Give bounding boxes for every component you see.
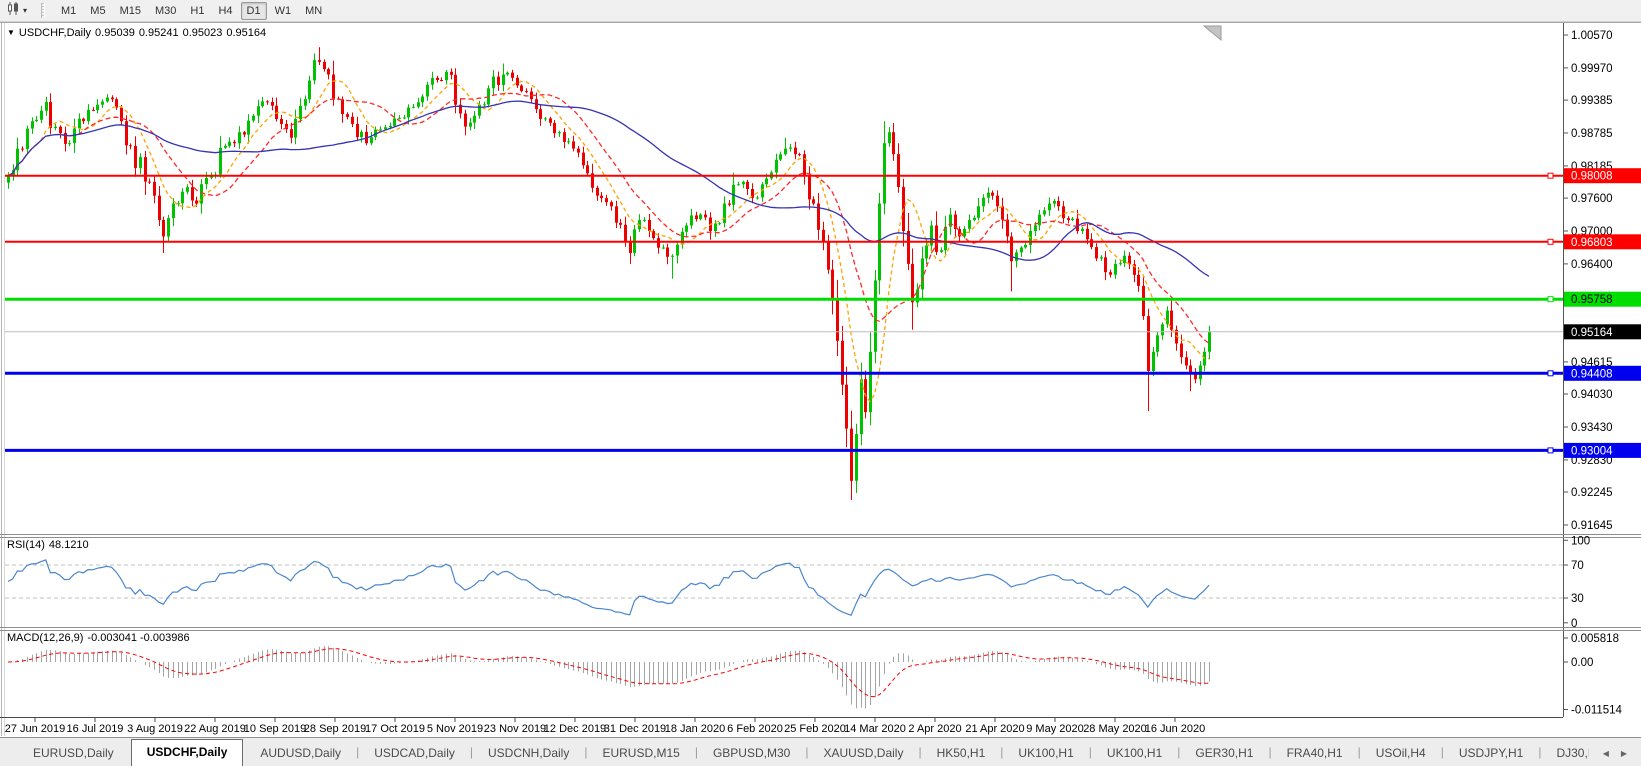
chart-tab-usoil-h4[interactable]: USOil,H4 (1361, 743, 1441, 766)
svg-text:2 Apr 2020: 2 Apr 2020 (908, 723, 961, 735)
svg-text:70: 70 (1571, 560, 1584, 572)
tf-button-mn[interactable]: MN (299, 2, 328, 20)
svg-text:28 May 2020: 28 May 2020 (1083, 723, 1147, 735)
svg-text:28 Sep 2019: 28 Sep 2019 (304, 723, 366, 735)
timeframe-toolbar: M1 M5 M15 M30 H1 H4 D1 W1 MN (55, 1, 330, 20)
collapse-chart-icon[interactable]: ▼ (7, 28, 15, 37)
chart-tab-usdcnh-daily[interactable]: USDCNH,Daily (473, 743, 584, 766)
rsi-value: 48.1210 (48, 539, 89, 551)
macd-value: -0.003041 -0.003986 (87, 632, 190, 644)
svg-text:16 Jul 2019: 16 Jul 2019 (67, 723, 124, 735)
chart-window: 1.00570 0.99970 0.99385 0.98785 0.98185 0.976… (0, 22, 1641, 737)
svg-text:0.99385: 0.99385 (1571, 95, 1613, 107)
macd-indicator-label: MACD(12,26,9) -0.003041 -0.003986 (7, 632, 194, 644)
svg-text:0.98785: 0.98785 (1571, 128, 1613, 140)
svg-text:1.00570: 1.00570 (1571, 30, 1613, 42)
svg-text:0: 0 (1571, 618, 1577, 630)
price-low: 0.95023 (182, 27, 223, 39)
tf-button-h4[interactable]: H4 (212, 2, 238, 20)
svg-text:22 Aug 2019: 22 Aug 2019 (184, 723, 246, 735)
svg-text:0.97600: 0.97600 (1571, 193, 1613, 205)
chart-tabs: EURUSD,Daily USDCHF,Daily AUDUSD,Daily | USD… (0, 738, 1589, 766)
svg-text:0.95164: 0.95164 (1571, 327, 1613, 339)
svg-text:100: 100 (1571, 535, 1590, 547)
tf-button-d1[interactable]: D1 (240, 1, 267, 20)
tf-button-m1[interactable]: M1 (55, 2, 82, 20)
tf-button-m30[interactable]: M30 (149, 2, 182, 20)
chart-symbol: USDCHF,Daily (18, 27, 92, 39)
svg-text:23 Nov 2019: 23 Nov 2019 (484, 723, 546, 735)
svg-text:25 Feb 2020: 25 Feb 2020 (784, 723, 846, 735)
chart-tab-bar: EURUSD,Daily USDCHF,Daily AUDUSD,Daily | USD… (0, 737, 1641, 766)
tab-nav: ◀ ▶ (1589, 749, 1641, 766)
svg-text:0.93004: 0.93004 (1571, 445, 1613, 457)
tf-button-h1[interactable]: H1 (184, 2, 210, 20)
svg-text:6 Feb 2020: 6 Feb 2020 (727, 723, 783, 735)
candlestick-chart-icon (6, 1, 21, 21)
dropdown-caret-icon[interactable]: ▾ (23, 6, 27, 15)
svg-text:9 May 2020: 9 May 2020 (1026, 723, 1083, 735)
chart-tab-dj30-m15[interactable]: DJ30,M15 (1541, 743, 1588, 766)
svg-text:-0.011514: -0.011514 (1571, 705, 1623, 717)
svg-text:0.00: 0.00 (1571, 657, 1593, 669)
chart-title: ▼ USDCHF,Daily 0.95039 0.95241 0.95023 0.9516… (7, 27, 270, 39)
chart-tab-usdchf-daily[interactable]: USDCHF,Daily (130, 739, 244, 766)
chart-tab-audusd-daily[interactable]: AUDUSD,Daily (245, 743, 356, 766)
svg-text:0.93430: 0.93430 (1571, 422, 1613, 434)
tabs-scroll-left-icon[interactable]: ◀ (1603, 749, 1609, 758)
macd-name: MACD(12,26,9) (7, 632, 84, 644)
tabs-scroll-right-icon[interactable]: ▶ (1621, 749, 1627, 758)
chart-type-tool[interactable]: ▾ (4, 1, 29, 21)
svg-text:14 Mar 2020: 14 Mar 2020 (844, 723, 906, 735)
toolbar-grip[interactable] (41, 3, 46, 18)
rsi-name: RSI(14) (7, 539, 45, 551)
svg-text:0.96400: 0.96400 (1571, 259, 1613, 271)
svg-text:0.98008: 0.98008 (1571, 171, 1613, 183)
chart-tab-eurusd-daily[interactable]: EURUSD,Daily (18, 743, 129, 766)
price-open: 0.95039 (95, 27, 135, 39)
svg-text:0.91645: 0.91645 (1571, 520, 1613, 532)
svg-text:0.99970: 0.99970 (1571, 63, 1613, 75)
svg-text:0.95758: 0.95758 (1571, 294, 1613, 306)
svg-text:0.94408: 0.94408 (1571, 368, 1613, 380)
tf-button-m5[interactable]: M5 (84, 2, 111, 20)
svg-text:16 Jun 2020: 16 Jun 2020 (1145, 723, 1206, 735)
svg-text:5 Nov 2019: 5 Nov 2019 (427, 723, 483, 735)
price-close: 0.95164 (226, 27, 267, 39)
svg-text:10 Sep 2019: 10 Sep 2019 (244, 723, 306, 735)
svg-text:0.94030: 0.94030 (1571, 389, 1613, 401)
rsi-indicator-label: RSI(14) 48.1210 (7, 539, 93, 551)
chart-tab-eurusd-m15[interactable]: EURUSD,M15 (587, 743, 694, 766)
svg-text:21 Apr 2020: 21 Apr 2020 (965, 723, 1024, 735)
chart-tab-uk100-h1[interactable]: UK100,H1 (1092, 743, 1177, 766)
tf-button-w1[interactable]: W1 (269, 2, 298, 20)
tf-button-m15[interactable]: M15 (114, 2, 147, 20)
svg-text:31 Dec 2019: 31 Dec 2019 (604, 723, 666, 735)
svg-text:3 Aug 2019: 3 Aug 2019 (127, 723, 183, 735)
chart-tab-xauusd-daily[interactable]: XAUUSD,Daily (808, 743, 918, 766)
chart-tab-fra40-h1[interactable]: FRA40,H1 (1272, 743, 1358, 766)
chart-tab-uk100-h1[interactable]: UK100,H1 (1003, 743, 1088, 766)
svg-text:0.92245: 0.92245 (1571, 487, 1613, 499)
main-toolbar: ▾ M1 M5 M15 M30 H1 H4 D1 W1 MN (0, 0, 1641, 22)
svg-text:0.96803: 0.96803 (1571, 237, 1613, 249)
svg-text:17 Oct 2019: 17 Oct 2019 (365, 723, 425, 735)
chart-tab-usdjpy-h1[interactable]: USDJPY,H1 (1444, 743, 1538, 766)
mt4-terminal: ▾ M1 M5 M15 M30 H1 H4 D1 W1 MN 1.00570 0.99970 0.9… (0, 0, 1641, 766)
chart-tab-hk50-h1[interactable]: HK50,H1 (922, 743, 1001, 766)
chart-tab-ger30-h1[interactable]: GER30,H1 (1180, 743, 1268, 766)
chart-tab-usdcad-daily[interactable]: USDCAD,Daily (359, 743, 470, 766)
svg-text:27 Jun 2019: 27 Jun 2019 (5, 723, 66, 735)
svg-text:18 Jan 2020: 18 Jan 2020 (665, 723, 726, 735)
svg-text:30: 30 (1571, 593, 1584, 605)
chart-tab-gbpusd-m30[interactable]: GBPUSD,M30 (698, 743, 805, 766)
price-high: 0.95241 (138, 27, 179, 39)
svg-text:0.005818: 0.005818 (1571, 633, 1619, 645)
svg-text:12 Dec 2019: 12 Dec 2019 (544, 723, 606, 735)
